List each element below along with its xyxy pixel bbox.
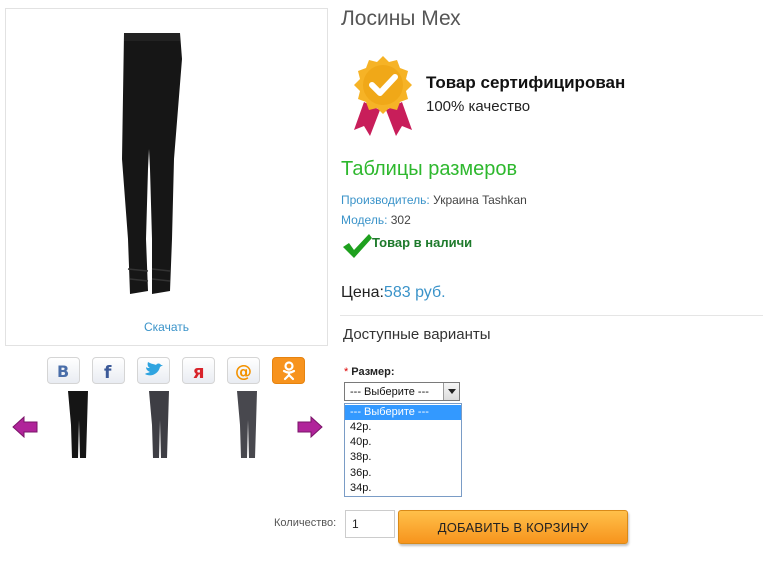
stock-status: Товар в наличи (372, 235, 473, 250)
svg-text:@: @ (235, 362, 252, 381)
price-label: Цена: (341, 284, 384, 301)
size-select-button[interactable] (443, 383, 459, 400)
in-stock-check-icon (343, 234, 372, 258)
certificate-badge-icon (354, 56, 412, 136)
download-link[interactable]: Скачать (6, 320, 327, 334)
chevron-down-icon (447, 388, 456, 394)
size-label-text: Размер: (351, 366, 395, 378)
size-option[interactable]: 34р. (345, 481, 461, 496)
twitter-share-button[interactable] (137, 357, 170, 384)
size-tables-link[interactable]: Таблицы размеров (341, 158, 517, 181)
required-mark: * (344, 366, 349, 378)
vk-icon: B (57, 362, 69, 380)
svg-text:f: f (104, 363, 112, 380)
size-dropdown-list[interactable]: --- Выберите --- 42р. 40р. 38р. 36р. 34р… (344, 403, 462, 497)
size-label: * Размер: (344, 366, 395, 378)
model-key: Модель: (341, 213, 388, 227)
model-row: Модель: 302 (341, 213, 411, 227)
product-title: Лосины Мех (341, 7, 461, 30)
model-value: 302 (390, 213, 411, 227)
price-value: 583 руб. (383, 284, 446, 301)
manufacturer-key[interactable]: Производитель: (341, 193, 430, 207)
thumbnail-image (68, 391, 88, 458)
divider (340, 315, 763, 316)
size-option[interactable]: 42р. (345, 420, 461, 435)
yaru-share-button[interactable]: я (182, 357, 215, 384)
size-select[interactable]: --- Выберите --- (344, 382, 460, 401)
main-product-image[interactable]: Скачать (5, 8, 328, 346)
mailru-icon: @ (235, 362, 252, 381)
quantity-input[interactable] (345, 510, 395, 538)
svg-text:я: я (193, 362, 205, 381)
odnoklassniki-share-button[interactable] (272, 357, 305, 384)
leggings-image (122, 33, 182, 294)
thumbnail-1[interactable] (49, 388, 109, 462)
price: Цена:583 руб. (341, 284, 446, 302)
twitter-icon (144, 361, 163, 375)
next-arrow-icon[interactable] (297, 416, 323, 438)
quantity-label: Количество: (274, 517, 337, 529)
size-select-value: --- Выберите --- (350, 386, 429, 398)
svg-text:B: B (57, 362, 69, 380)
thumbnail-3[interactable] (218, 388, 278, 462)
vk-share-button[interactable]: B (47, 357, 80, 384)
size-option[interactable]: 40р. (345, 435, 461, 450)
certificate-subtitle: 100% качество (426, 98, 531, 115)
manufacturer-value: Украина Tashkan (433, 193, 527, 207)
thumbnail-image (237, 391, 257, 458)
size-option[interactable]: --- Выберите --- (345, 405, 461, 420)
variants-heading: Доступные варианты (343, 326, 491, 343)
prev-arrow-icon[interactable] (12, 416, 38, 438)
facebook-share-button[interactable]: f (92, 357, 125, 384)
mailru-share-button[interactable]: @ (227, 357, 260, 384)
yaru-icon: я (193, 362, 205, 381)
odnoklassniki-icon (282, 360, 295, 380)
size-option[interactable]: 36р. (345, 466, 461, 481)
thumbnail-2[interactable] (130, 388, 190, 462)
thumbnail-image (149, 391, 169, 458)
facebook-icon: f (104, 363, 112, 380)
size-option[interactable]: 38р. (345, 450, 461, 465)
certificate-title: Товар сертифицирован (426, 73, 626, 92)
manufacturer-row: Производитель: Украина Tashkan (341, 193, 527, 207)
add-to-cart-button[interactable]: ДОБАВИТЬ В КОРЗИНУ (398, 510, 628, 544)
